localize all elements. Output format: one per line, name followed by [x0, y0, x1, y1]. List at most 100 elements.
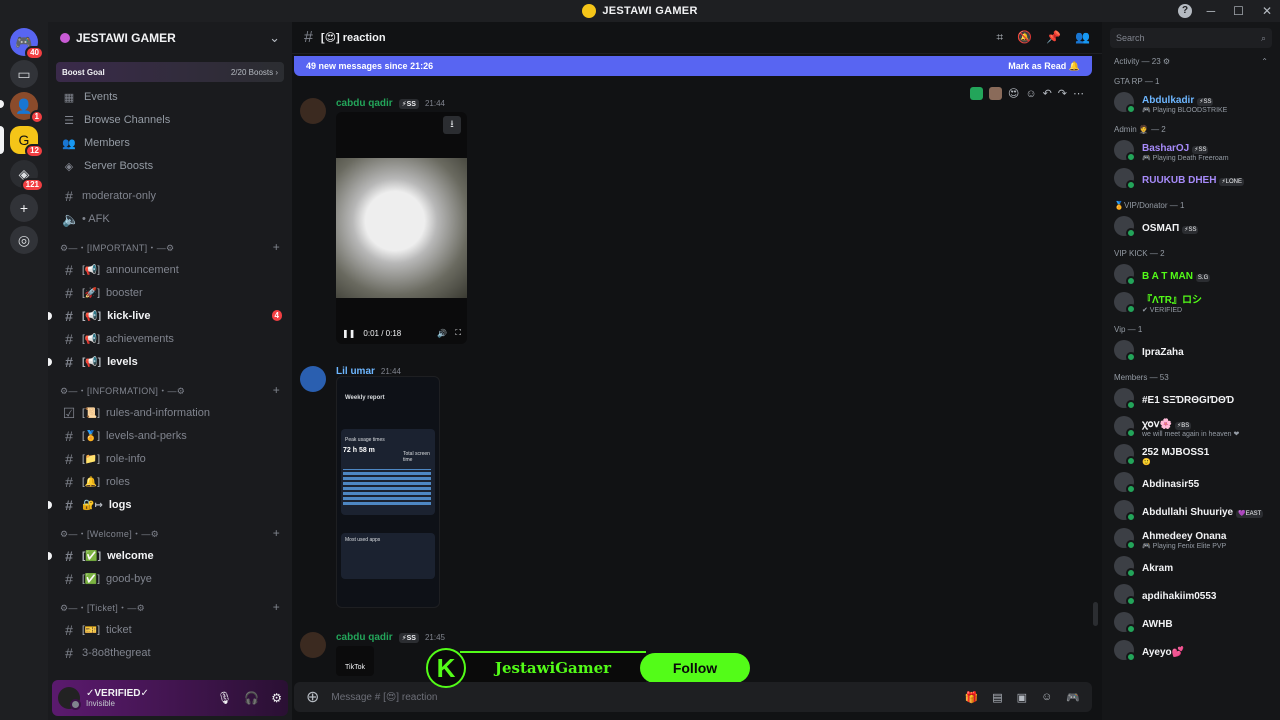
- help-icon[interactable]: ?: [1178, 4, 1192, 18]
- channel-booster[interactable]: # [🚀] booster: [56, 282, 284, 304]
- nav-server-boosts[interactable]: ◈ Server Boosts: [56, 155, 284, 177]
- category-welcome[interactable]: ⚙—・[Welcome]・—⚙ +: [56, 522, 284, 544]
- add-channel-icon[interactable]: +: [273, 383, 280, 397]
- threads-icon[interactable]: ⌗: [996, 30, 1003, 45]
- pin-icon[interactable]: 📌: [1046, 30, 1061, 45]
- maximize-icon[interactable]: ☐: [1233, 4, 1244, 18]
- channel-role-info[interactable]: # [📁] role-info: [56, 448, 284, 470]
- upload-plus-icon[interactable]: ⊕: [306, 687, 319, 707]
- server-folder-icon[interactable]: ◈ 121: [10, 160, 44, 192]
- member-item[interactable]: #E1 SΞƊRΘGIƊΘƊ: [1102, 384, 1280, 412]
- server-icon-jestawi[interactable]: G 12: [10, 126, 44, 158]
- message-author[interactable]: cabdu qadir: [336, 632, 393, 643]
- message-input[interactable]: Message # [😍] reaction: [331, 692, 437, 703]
- nav-browse-channels[interactable]: ☰ Browse Channels: [56, 109, 284, 131]
- forward-icon[interactable]: ↷: [1058, 87, 1067, 100]
- channel-logs[interactable]: # 🔐↦ logs: [48, 494, 284, 516]
- gif-icon[interactable]: ▤: [992, 691, 1002, 704]
- sticker-icon[interactable]: ▣: [1017, 691, 1027, 704]
- channel-welcome[interactable]: # [✅] welcome: [48, 545, 284, 567]
- add-channel-icon[interactable]: +: [273, 240, 280, 254]
- member-item[interactable]: Abdullahi Shuuriye 💜EAST: [1102, 496, 1280, 524]
- avatar[interactable]: [58, 687, 81, 710]
- inbox-icon[interactable]: ▭: [10, 60, 38, 88]
- emoji-icon[interactable]: ☺: [1041, 691, 1052, 704]
- mute-bell-icon[interactable]: 🔕: [1017, 30, 1032, 45]
- member-list-icon[interactable]: 👥: [1075, 30, 1090, 45]
- channel-kick-live[interactable]: # [📢] kick-live 4: [48, 305, 284, 327]
- channel-announcement[interactable]: # [📢] announcement: [56, 259, 284, 281]
- fullscreen-icon[interactable]: ⛶: [455, 328, 461, 338]
- member-item[interactable]: Abdulkadir ⚡SS 🎮 Playing BLOODSTRIKE: [1102, 88, 1280, 116]
- add-reaction-icon[interactable]: ☺: [1025, 88, 1036, 100]
- tiktok-preview[interactable]: TikTok: [336, 646, 374, 676]
- nav-events[interactable]: ▦ Events: [56, 86, 284, 108]
- custom-reaction-icon[interactable]: [988, 87, 1002, 100]
- gear-icon[interactable]: ⚙: [271, 691, 282, 705]
- message-composer[interactable]: ⊕ Message # [😍] reaction 🎁 ▤ ▣ ☺ 🎮: [294, 682, 1092, 712]
- add-server-icon[interactable]: +: [10, 194, 38, 222]
- discover-icon[interactable]: ◎: [10, 226, 38, 254]
- follow-button[interactable]: Follow: [640, 653, 750, 683]
- message-author[interactable]: cabdu qadir: [336, 98, 393, 109]
- channel-good-bye[interactable]: # [✅] good-bye: [56, 568, 284, 590]
- member-item[interactable]: RUUKUB DHEH ⚡LONE: [1102, 164, 1280, 192]
- member-item[interactable]: Ahmedeey Onana 🎮 Playing Fenix Elite PVP: [1102, 524, 1280, 552]
- mark-as-read-button[interactable]: Mark as Read 🔔: [1008, 61, 1080, 72]
- avatar[interactable]: [300, 632, 326, 658]
- image-attachment[interactable]: Weekly report Peak usage times 72 h 58 m…: [336, 376, 440, 608]
- gift-icon[interactable]: 🎁: [965, 691, 979, 704]
- member-item[interactable]: OSMAΠ ⚡SS: [1102, 212, 1280, 240]
- channel-afk[interactable]: 🔈 • AFK: [56, 208, 284, 230]
- add-channel-icon[interactable]: +: [273, 526, 280, 540]
- close-icon[interactable]: ✕: [1262, 4, 1272, 18]
- more-icon[interactable]: ⋯: [1073, 87, 1084, 100]
- member-item[interactable]: 252 MJBOSS1 🙂: [1102, 440, 1280, 468]
- scrollbar[interactable]: [1093, 602, 1098, 626]
- channel-roles[interactable]: # [🔔] roles: [56, 471, 284, 493]
- server-header[interactable]: JESTAWI GAMER ⌄: [48, 22, 292, 54]
- chevron-down-icon[interactable]: ⌄: [269, 30, 280, 46]
- apps-icon[interactable]: 🎮: [1066, 691, 1080, 704]
- category-important[interactable]: ⚙—・[IMPORTANT]・—⚙ +: [56, 236, 284, 258]
- member-item[interactable]: Ayeyo💕: [1102, 636, 1280, 664]
- member-item[interactable]: ꭓ𝗈𝗏🌸 ⚡BS we will meet again in heaven ❤: [1102, 412, 1280, 440]
- member-item[interactable]: AWHB: [1102, 608, 1280, 636]
- microphone-icon[interactable]: 🎙: [217, 691, 232, 705]
- pause-icon[interactable]: ❚❚: [342, 329, 355, 338]
- member-item[interactable]: apdihakiim0553: [1102, 580, 1280, 608]
- member-item[interactable]: B A T MAN S.G: [1102, 260, 1280, 288]
- video-attachment[interactable]: ⭳ ❚❚ 0:01 / 0:18 🔊 ⛶: [336, 112, 467, 344]
- member-item[interactable]: Abdinasir55: [1102, 468, 1280, 496]
- category-information[interactable]: ⚙—・[INFORMATION]・—⚙ +: [56, 379, 284, 401]
- add-channel-icon[interactable]: +: [273, 600, 280, 614]
- member-item[interactable]: 『ΛƬR』ロシ ✔ VERIFIED: [1102, 288, 1280, 316]
- new-messages-bar[interactable]: 49 new messages since 21:26 Mark as Read…: [294, 56, 1092, 76]
- minimize-icon[interactable]: ─: [1207, 4, 1216, 18]
- channel-achievements[interactable]: # [📢] achievements: [56, 328, 284, 350]
- member-item[interactable]: BasharOJ ⚡SS 🎮 Playing Death Freeroam: [1102, 136, 1280, 164]
- volume-icon[interactable]: 🔊: [437, 329, 447, 338]
- reply-icon[interactable]: ↶: [1043, 87, 1052, 100]
- channel-ticket[interactable]: # [🎫] ticket: [56, 619, 284, 641]
- member-item[interactable]: Akram: [1102, 552, 1280, 580]
- channel-levels[interactable]: # [📢] levels: [48, 351, 284, 373]
- channel-3-8o8thegreat[interactable]: #3-8o8thegreat: [56, 642, 284, 664]
- headphones-icon[interactable]: 🎧: [244, 691, 259, 705]
- avatar[interactable]: [300, 98, 326, 124]
- download-icon[interactable]: ⭳: [443, 116, 461, 134]
- heart-eyes-reaction-icon[interactable]: 😍: [1008, 87, 1019, 100]
- category-ticket[interactable]: ⚙—・[Ticket]・—⚙ +: [56, 596, 284, 618]
- boost-goal[interactable]: Boost Goal 2/20 Boosts ›: [56, 62, 284, 82]
- server-icon-1[interactable]: 👤 1: [10, 92, 44, 124]
- collapse-icon[interactable]: ⌃: [1261, 57, 1268, 66]
- member-item[interactable]: IpraZaha: [1102, 336, 1280, 364]
- channel-rules-and-information[interactable]: ☑ [📜] rules-and-information: [56, 402, 284, 424]
- search-input[interactable]: Search ⌕: [1110, 28, 1272, 48]
- channel-levels-and-perks[interactable]: # [🏅] levels-and-perks: [56, 425, 284, 447]
- nav-members[interactable]: 👥 Members: [56, 132, 284, 154]
- avatar[interactable]: [300, 366, 326, 392]
- channel-moderator-only[interactable]: # moderator-only: [56, 185, 284, 207]
- check-reaction-icon[interactable]: [969, 87, 983, 100]
- direct-messages-icon[interactable]: 🎮 40: [10, 28, 44, 60]
